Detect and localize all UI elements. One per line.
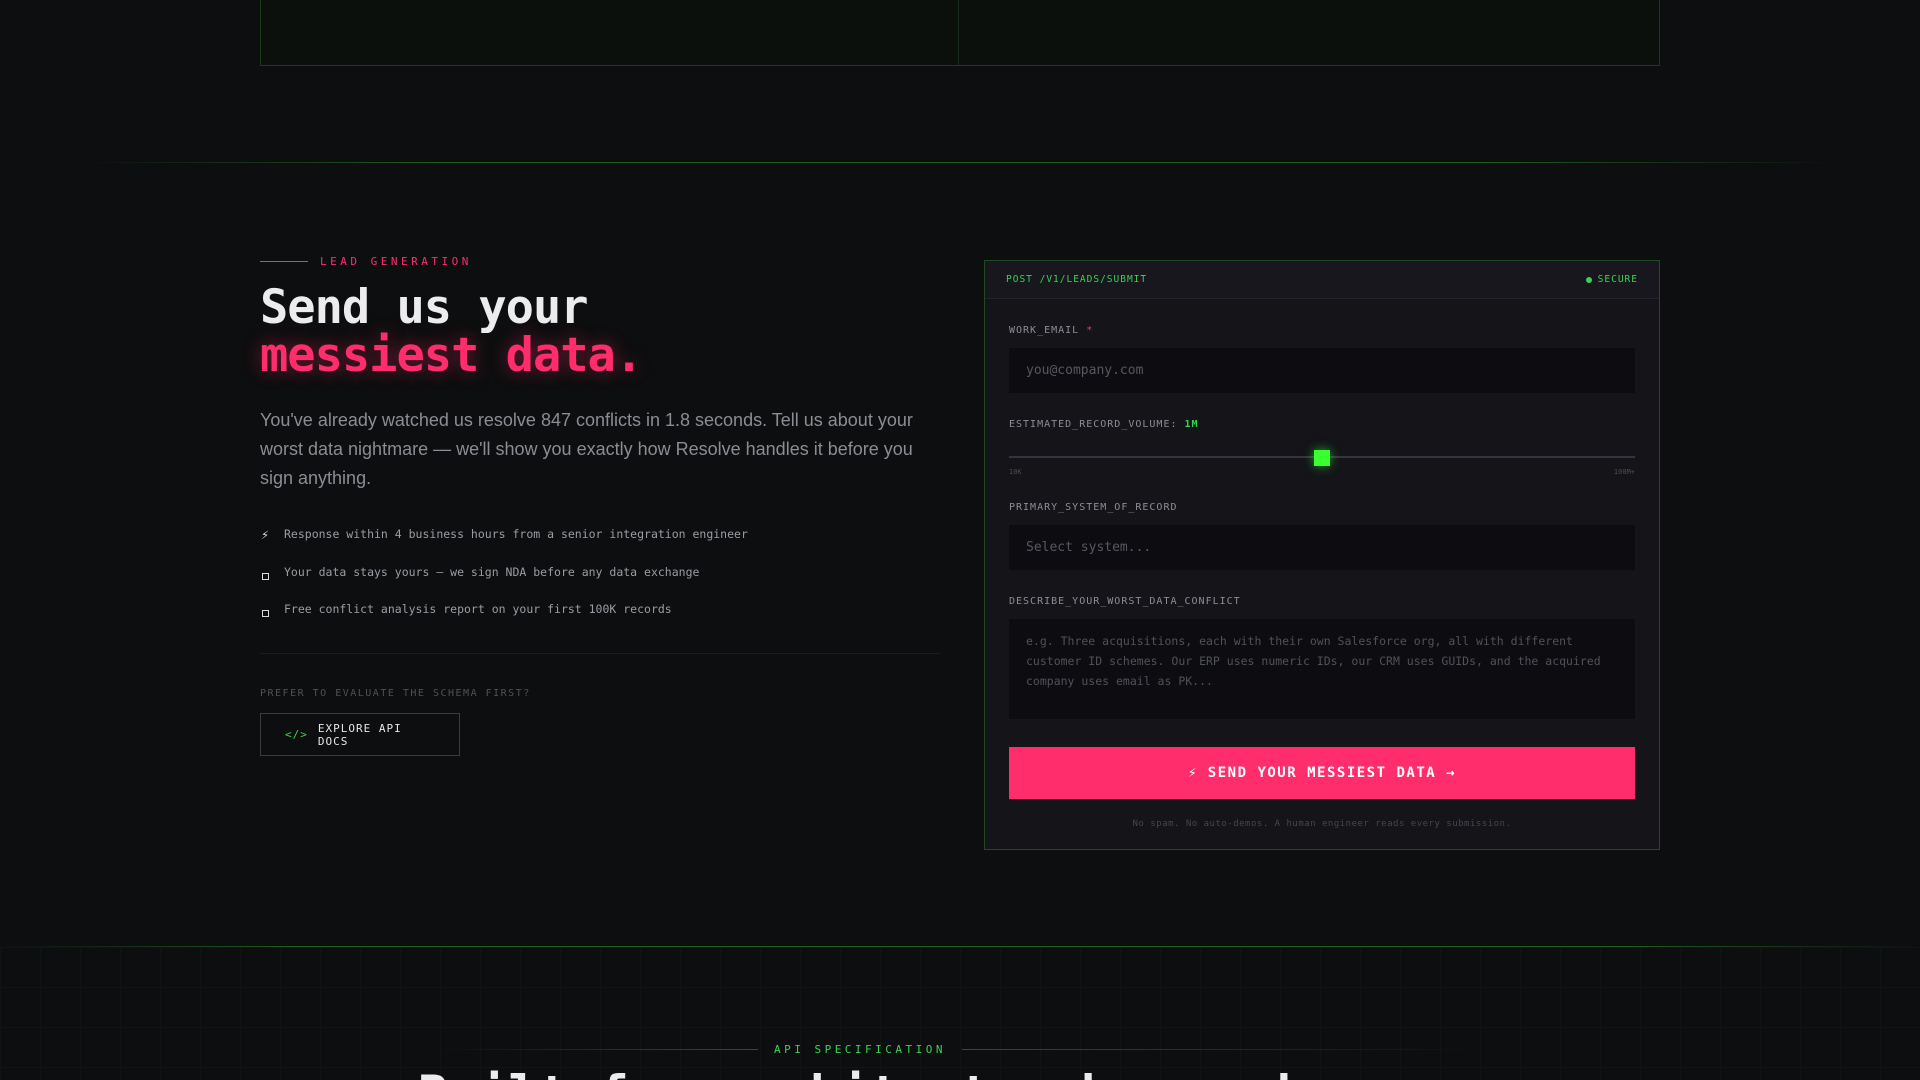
- volume-value: 1M: [1184, 419, 1199, 430]
- email-label-text: WORK_EMAIL: [1009, 325, 1080, 336]
- eyebrow-line: [962, 1049, 1483, 1050]
- volume-label-text: ESTIMATED_RECORD_VOLUME:: [1009, 419, 1178, 430]
- benefit-item: Free conflict analysis report on your fi…: [260, 602, 940, 617]
- api-spec-eyebrow: API SPECIFICATION: [0, 1043, 1920, 1056]
- explore-api-docs-label: EXPLORE API DOCS: [317, 721, 402, 748]
- benefit-item: ⚡ Response within 4 business hours from …: [260, 527, 940, 543]
- slider-thumb[interactable]: [1314, 450, 1330, 466]
- lead-form-card: POST /V1/LEADS/SUBMIT SECURE WORK_EMAIL …: [984, 260, 1660, 850]
- slider-range-labels: 10K 100M+: [1009, 468, 1635, 476]
- benefit-list: ⚡ Response within 4 business hours from …: [260, 527, 940, 617]
- endpoint-label: POST /V1/LEADS/SUBMIT: [1006, 274, 1148, 285]
- system-select[interactable]: Select system...: [1009, 525, 1635, 570]
- section-divider: [80, 162, 1840, 163]
- lead-title-line1: Send us your: [260, 280, 589, 335]
- lightning-icon: ⚡: [261, 528, 269, 543]
- slider-min-label: 10K: [1009, 468, 1022, 476]
- square-icon: [260, 567, 270, 580]
- eyebrow-text: LEAD GENERATION: [320, 255, 472, 268]
- eyebrow-line: [437, 1049, 758, 1050]
- lead-description: You've already watched us resolve 847 co…: [260, 410, 913, 488]
- code-icon: </>: [285, 728, 308, 741]
- lead-title: Send us your messiest data.: [260, 284, 940, 380]
- record-volume-slider[interactable]: [1009, 450, 1635, 466]
- benefit-item: Your data stays yours — we sign NDA befo…: [260, 565, 940, 580]
- secure-label: SECURE: [1597, 274, 1638, 285]
- conflict-label: DESCRIBE_YOUR_WORST_DATA_CONFLICT: [1009, 596, 1241, 607]
- api-spec-text: API SPECIFICATION: [773, 1043, 947, 1056]
- top-panel-cell: [959, 0, 1659, 65]
- square-icon: [260, 604, 270, 617]
- conflict-placeholder: e.g. Three acquisitions, each with their…: [1026, 634, 1601, 688]
- volume-label: ESTIMATED_RECORD_VOLUME: 1M: [1009, 419, 1635, 430]
- prefer-schema-text: PREFER TO EVALUATE THE SCHEMA FIRST?: [260, 688, 531, 699]
- lead-eyebrow: LEAD GENERATION: [260, 255, 940, 268]
- slider-max-label: 100M+: [1613, 468, 1635, 476]
- explore-api-docs-button[interactable]: </> EXPLORE API DOCS: [260, 713, 460, 756]
- api-spec-title: Built for architects who read specs.: [0, 1066, 1920, 1080]
- form-note: No spam. No auto-demos. A human engineer…: [1132, 819, 1512, 829]
- system-label: PRIMARY_SYSTEM_OF_RECORD: [1009, 502, 1178, 513]
- secure-badge: SECURE: [1585, 274, 1638, 285]
- form-header: POST /V1/LEADS/SUBMIT SECURE: [985, 261, 1659, 299]
- benefit-text: Response within 4 business hours from a …: [284, 527, 748, 541]
- status-dot-icon: [1585, 276, 1592, 283]
- lead-section: LEAD GENERATION Send us your messiest da…: [260, 255, 940, 756]
- system-placeholder: Select system...: [1026, 540, 1152, 555]
- send-data-button[interactable]: ⚡ SEND YOUR MESSIEST DATA →: [1009, 747, 1635, 799]
- grid-background: [0, 947, 1920, 1080]
- benefit-text: Free conflict analysis report on your fi…: [284, 602, 672, 616]
- required-mark: *: [1086, 325, 1094, 336]
- conflict-textarea[interactable]: e.g. Three acquisitions, each with their…: [1009, 619, 1635, 719]
- top-panel-cell: [261, 0, 959, 65]
- lead-title-accent: messiest data.: [260, 328, 643, 383]
- lead-separator: [260, 653, 940, 654]
- top-panel: [260, 0, 1660, 66]
- eyebrow-line: [260, 261, 308, 262]
- email-field[interactable]: you@company.com: [1009, 348, 1635, 393]
- benefit-text: Your data stays yours — we sign NDA befo…: [284, 565, 700, 579]
- email-placeholder: you@company.com: [1026, 363, 1144, 378]
- lead-form: WORK_EMAIL * you@company.com ESTIMATED_R…: [985, 325, 1659, 829]
- email-label: WORK_EMAIL *: [1009, 325, 1635, 336]
